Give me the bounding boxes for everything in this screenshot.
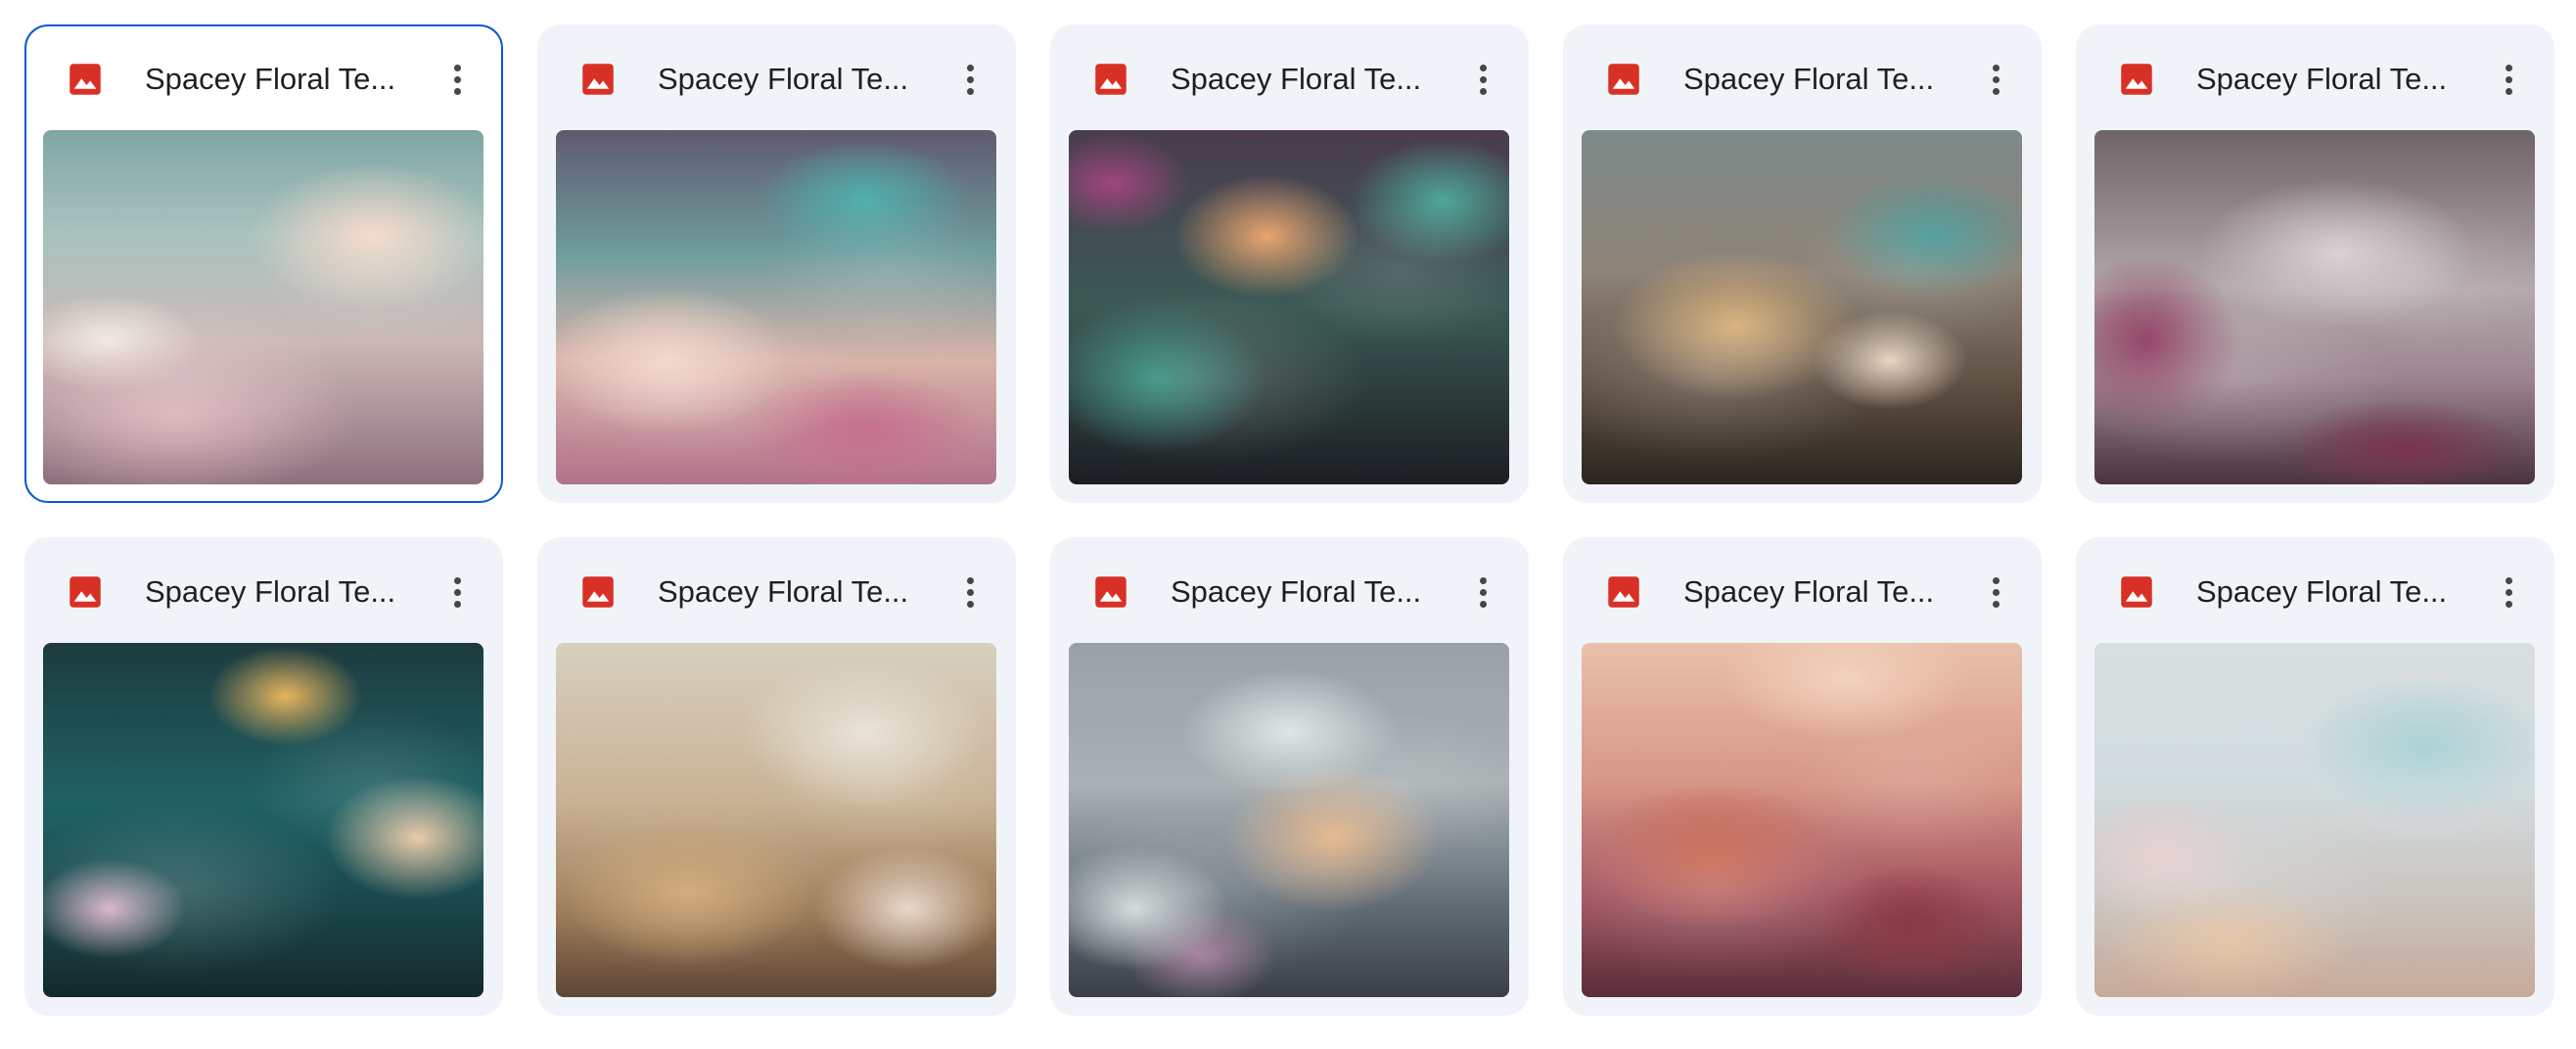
more-vert-icon-dot	[966, 588, 974, 596]
file-card-header: Spacey Floral Te...	[24, 537, 503, 643]
more-vert-icon-dot	[1992, 75, 2000, 83]
more-actions-button[interactable]	[1972, 569, 2019, 616]
file-title: Spacey Floral Te...	[1171, 574, 1422, 609]
file-title: Spacey Floral Te...	[2196, 62, 2448, 96]
more-vert-icon-dot	[2505, 600, 2512, 608]
more-vert-icon-dot	[1992, 588, 2000, 596]
more-vert-icon-dot	[2505, 75, 2512, 83]
file-card[interactable]: Spacey Floral Te...	[1050, 537, 1529, 1016]
more-vert-icon-dot	[453, 576, 461, 584]
file-card[interactable]: Spacey Floral Te...	[537, 537, 1016, 1016]
more-vert-icon-dot	[1992, 87, 2000, 95]
file-card[interactable]: Spacey Floral Te...	[2076, 24, 2554, 503]
file-title: Spacey Floral Te...	[658, 62, 909, 96]
image-file-icon	[2121, 576, 2152, 608]
more-vert-icon-dot	[966, 64, 974, 71]
more-vert-icon-dot	[453, 588, 461, 596]
file-title: Spacey Floral Te...	[1683, 62, 1935, 96]
more-vert-icon-dot	[966, 576, 974, 584]
file-card-header: Spacey Floral Te...	[1563, 24, 2042, 130]
file-card[interactable]: Spacey Floral Te...	[2076, 537, 2554, 1016]
more-actions-button[interactable]	[1459, 56, 1506, 103]
image-file-icon	[1608, 64, 1639, 95]
file-thumbnail[interactable]	[43, 130, 483, 484]
more-vert-icon-dot	[966, 75, 974, 83]
more-vert-icon-dot	[1479, 64, 1487, 71]
file-card-header: Spacey Floral Te...	[2076, 537, 2554, 643]
file-thumbnail[interactable]	[556, 130, 996, 484]
file-thumbnail[interactable]	[1069, 643, 1509, 997]
more-actions-button[interactable]	[2485, 56, 2532, 103]
image-file-icon	[1095, 576, 1127, 608]
file-thumbnail[interactable]	[556, 643, 996, 997]
more-actions-button[interactable]	[946, 569, 993, 616]
more-vert-icon-dot	[1992, 576, 2000, 584]
file-card[interactable]: Spacey Floral Te...	[24, 24, 503, 503]
image-file-icon	[2121, 64, 2152, 95]
file-thumbnail[interactable]	[2094, 643, 2535, 997]
file-thumbnail[interactable]	[1582, 643, 2022, 997]
image-file-icon	[582, 576, 614, 608]
more-vert-icon-dot	[1479, 600, 1487, 608]
file-card[interactable]: Spacey Floral Te...	[537, 24, 1016, 503]
file-title: Spacey Floral Te...	[145, 574, 396, 609]
more-vert-icon-dot	[2505, 588, 2512, 596]
more-actions-button[interactable]	[946, 56, 993, 103]
file-thumbnail[interactable]	[43, 643, 483, 997]
more-vert-icon-dot	[2505, 64, 2512, 71]
file-card-header: Spacey Floral Te...	[1050, 537, 1529, 643]
more-vert-icon-dot	[1479, 75, 1487, 83]
more-vert-icon-dot	[453, 75, 461, 83]
more-actions-button[interactable]	[1459, 569, 1506, 616]
more-vert-icon-dot	[1479, 87, 1487, 95]
file-card-header: Spacey Floral Te...	[26, 26, 501, 132]
file-title: Spacey Floral Te...	[2196, 574, 2448, 609]
file-card-header: Spacey Floral Te...	[537, 537, 1016, 643]
more-actions-button[interactable]	[1972, 56, 2019, 103]
more-vert-icon-dot	[453, 64, 461, 71]
file-card-header: Spacey Floral Te...	[1050, 24, 1529, 130]
more-vert-icon-dot	[453, 87, 461, 95]
file-card[interactable]: Spacey Floral Te...	[1050, 24, 1529, 503]
file-title: Spacey Floral Te...	[1683, 574, 1935, 609]
more-actions-button[interactable]	[434, 56, 481, 103]
more-actions-button[interactable]	[2485, 569, 2532, 616]
file-card-header: Spacey Floral Te...	[1563, 537, 2042, 643]
more-vert-icon-dot	[1992, 600, 2000, 608]
image-file-icon	[1608, 576, 1639, 608]
file-thumbnail[interactable]	[1582, 130, 2022, 484]
image-file-icon	[69, 64, 101, 95]
more-vert-icon-dot	[1479, 588, 1487, 596]
more-vert-icon-dot	[1992, 64, 2000, 71]
more-vert-icon-dot	[2505, 576, 2512, 584]
image-file-icon	[582, 64, 614, 95]
file-grid: Spacey Floral Te... Spacey Floral Te... …	[24, 24, 2554, 1016]
file-title: Spacey Floral Te...	[145, 62, 396, 96]
file-card[interactable]: Spacey Floral Te...	[24, 537, 503, 1016]
image-file-icon	[1095, 64, 1127, 95]
file-title: Spacey Floral Te...	[658, 574, 909, 609]
more-vert-icon-dot	[966, 87, 974, 95]
more-vert-icon-dot	[1479, 576, 1487, 584]
file-card[interactable]: Spacey Floral Te...	[1563, 24, 2042, 503]
file-thumbnail[interactable]	[2094, 130, 2535, 484]
more-vert-icon-dot	[2505, 87, 2512, 95]
more-actions-button[interactable]	[434, 569, 481, 616]
file-card[interactable]: Spacey Floral Te...	[1563, 537, 2042, 1016]
file-title: Spacey Floral Te...	[1171, 62, 1422, 96]
file-card-header: Spacey Floral Te...	[537, 24, 1016, 130]
more-vert-icon-dot	[966, 600, 974, 608]
file-thumbnail[interactable]	[1069, 130, 1509, 484]
file-card-header: Spacey Floral Te...	[2076, 24, 2554, 130]
image-file-icon	[69, 576, 101, 608]
more-vert-icon-dot	[453, 600, 461, 608]
